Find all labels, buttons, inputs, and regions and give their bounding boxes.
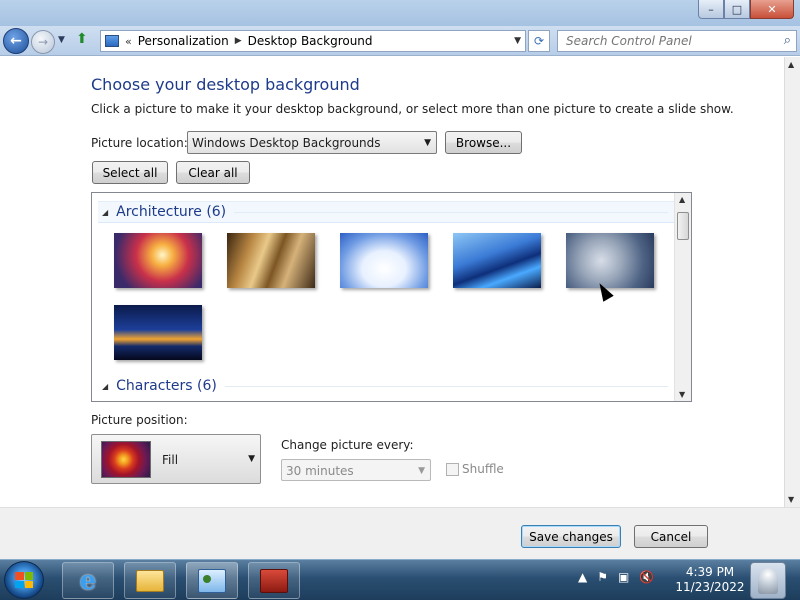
- chevron-down-icon: ▼: [248, 454, 255, 464]
- chevron-down-icon: ▼: [418, 466, 425, 476]
- back-button[interactable]: ←: [3, 28, 29, 54]
- scroll-thumb[interactable]: [677, 212, 689, 240]
- close-button[interactable]: ✕: [750, 0, 794, 19]
- chevron-down-icon: ▼: [424, 138, 431, 148]
- breadcrumb-desktop-background[interactable]: Desktop Background: [248, 34, 373, 48]
- page-scrollbar[interactable]: ▲ ▼: [784, 57, 800, 507]
- shuffle-label: Shuffle: [462, 462, 504, 476]
- collapse-triangle-icon[interactable]: ◢: [102, 208, 108, 217]
- wallpaper-thumbnail[interactable]: [114, 233, 202, 288]
- group-label: Architecture (6): [116, 204, 227, 220]
- group-divider: [234, 211, 668, 213]
- network-icon[interactable]: ▣: [618, 570, 629, 584]
- group-divider: [224, 385, 668, 387]
- search-icon[interactable]: ⌕: [784, 33, 791, 48]
- refresh-icon: ⟳: [533, 34, 545, 48]
- forward-button[interactable]: →: [31, 30, 55, 54]
- user-icon: [758, 568, 778, 594]
- wallpaper-thumbnail[interactable]: [340, 233, 428, 288]
- refresh-button[interactable]: ⟳: [528, 30, 550, 52]
- taskbar-internet-explorer[interactable]: e: [62, 562, 114, 599]
- page-description: Click a picture to make it your desktop …: [91, 102, 734, 116]
- shuffle-checkbox[interactable]: Shuffle: [446, 462, 504, 476]
- control-panel-icon: [198, 568, 226, 593]
- taskbar: e ▲ ⚑ ▣ 🔇 4:39 PM 11/23/2022: [0, 559, 800, 600]
- maximize-button[interactable]: □: [724, 0, 750, 19]
- window-title-bar: – □ ✕: [0, 0, 800, 26]
- dialog-footer: Save changes Cancel: [0, 507, 800, 559]
- volume-muted-icon[interactable]: 🔇: [639, 570, 654, 584]
- clear-all-button[interactable]: Clear all: [176, 161, 250, 184]
- checkbox-box[interactable]: [446, 462, 459, 476]
- picture-location-value: Windows Desktop Backgrounds: [192, 136, 381, 150]
- up-level-icon[interactable]: ⬆: [76, 31, 96, 51]
- change-picture-interval-select[interactable]: 30 minutes ▼: [281, 459, 431, 481]
- internet-explorer-icon: e: [79, 565, 97, 596]
- forward-arrow-icon: →: [37, 35, 49, 49]
- picture-position-select[interactable]: Fill ▼: [91, 434, 261, 484]
- toolbox-icon: [260, 568, 288, 593]
- user-account-button[interactable]: [750, 562, 786, 599]
- folder-icon: [136, 569, 164, 592]
- address-dropdown-icon[interactable]: ▼: [514, 36, 521, 46]
- scroll-up-icon[interactable]: ▲: [679, 195, 685, 204]
- picture-location-label: Picture location:: [91, 136, 188, 150]
- taskbar-clock[interactable]: 4:39 PM 11/23/2022: [672, 565, 748, 595]
- position-preview-image: [101, 441, 151, 478]
- taskbar-control-panel[interactable]: [186, 562, 238, 599]
- picture-position-label: Picture position:: [91, 413, 188, 427]
- clock-time: 4:39 PM: [685, 565, 735, 579]
- search-input[interactable]: [566, 34, 766, 48]
- breadcrumb-personalization[interactable]: Personalization: [138, 34, 229, 48]
- show-hidden-icons-icon[interactable]: ▲: [578, 570, 587, 584]
- action-center-flag-icon[interactable]: ⚑: [597, 570, 608, 584]
- window-controls: – □ ✕: [698, 0, 794, 19]
- browse-button[interactable]: Browse...: [445, 131, 522, 154]
- wallpaper-thumbnail[interactable]: [566, 233, 654, 288]
- windows-logo-icon: [15, 572, 33, 588]
- select-all-button[interactable]: Select all: [92, 161, 168, 184]
- recent-pages-dropdown[interactable]: ▼: [58, 35, 65, 45]
- navigation-bar: ← → ▼ ⬆ « Personalization ▶ Desktop Back…: [0, 26, 800, 56]
- back-arrow-icon: ←: [10, 33, 22, 49]
- group-header-characters[interactable]: ◢ Characters (6): [98, 375, 674, 397]
- taskbar-toolbox[interactable]: [248, 562, 300, 599]
- notification-area: ▲ ⚑ ▣ 🔇: [578, 570, 654, 584]
- cancel-button[interactable]: Cancel: [634, 525, 708, 548]
- change-picture-label: Change picture every:: [281, 438, 414, 452]
- address-bar[interactable]: « Personalization ▶ Desktop Background ▼: [100, 30, 526, 52]
- change-picture-value: 30 minutes: [286, 464, 354, 478]
- scroll-up-icon[interactable]: ▲: [788, 60, 794, 69]
- picture-position-value: Fill: [162, 453, 179, 467]
- picture-location-select[interactable]: Windows Desktop Backgrounds ▼: [187, 131, 437, 154]
- search-box[interactable]: ⌕: [557, 30, 797, 52]
- wallpaper-thumbnail[interactable]: [114, 305, 202, 360]
- page-title: Choose your desktop background: [91, 75, 360, 94]
- breadcrumb-separator-icon[interactable]: ▶: [235, 36, 242, 46]
- gallery-scrollbar[interactable]: ▲ ▼: [674, 193, 691, 401]
- taskbar-windows-explorer[interactable]: [124, 562, 176, 599]
- minimize-button[interactable]: –: [698, 0, 724, 19]
- main-content: Choose your desktop background Click a p…: [0, 57, 784, 507]
- collapse-triangle-icon[interactable]: ◢: [102, 382, 108, 391]
- address-overflow-chevron[interactable]: «: [125, 35, 132, 48]
- scroll-down-icon[interactable]: ▼: [679, 390, 685, 399]
- clock-date: 11/23/2022: [675, 580, 745, 594]
- start-button[interactable]: [4, 561, 44, 599]
- wallpaper-thumbnail[interactable]: [453, 233, 541, 288]
- save-changes-button[interactable]: Save changes: [521, 525, 621, 548]
- group-header-architecture[interactable]: ◢ Architecture (6): [98, 201, 674, 223]
- control-panel-icon: [105, 35, 119, 47]
- scroll-down-icon[interactable]: ▼: [788, 495, 794, 504]
- wallpaper-thumbnail[interactable]: [227, 233, 315, 288]
- group-label: Characters (6): [116, 378, 217, 394]
